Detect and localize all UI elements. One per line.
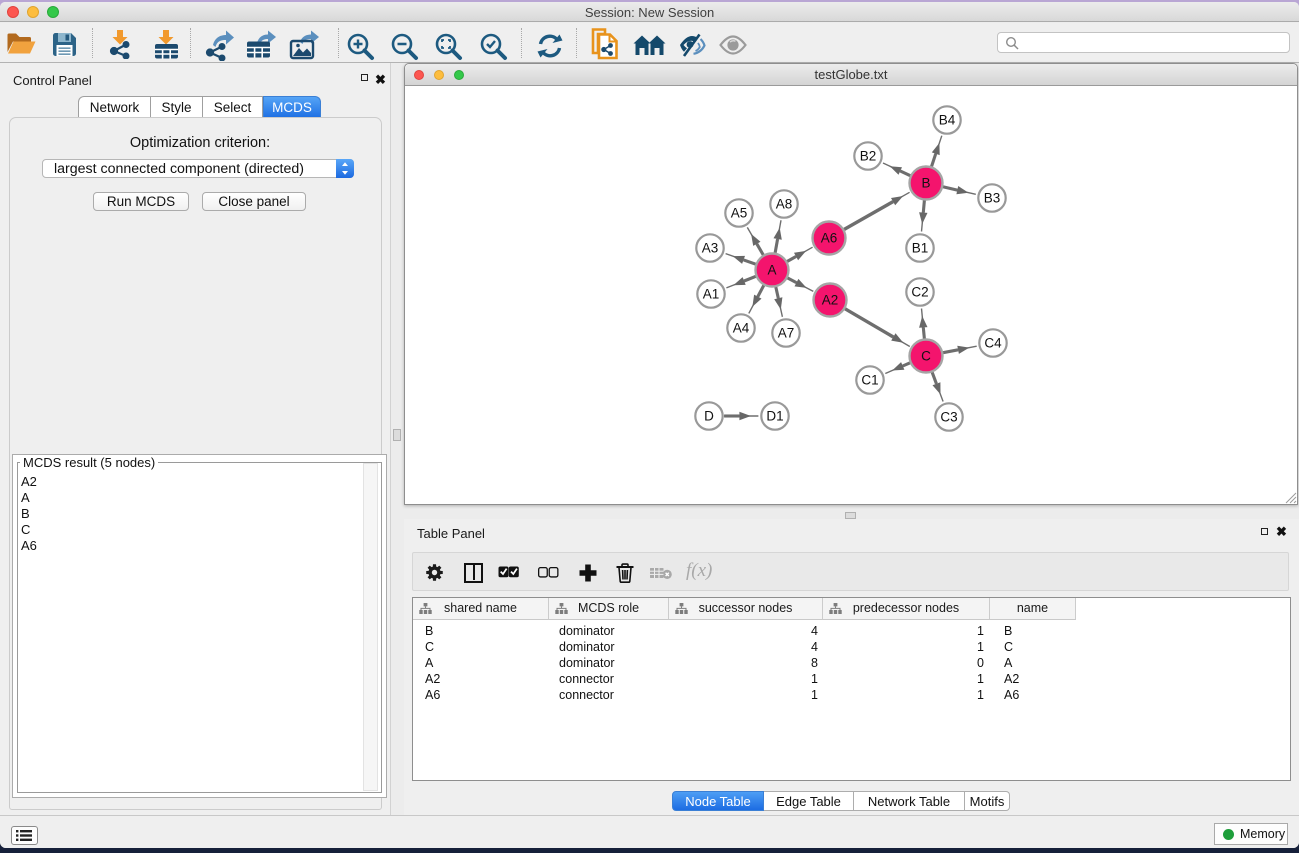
svg-text:C1: C1 xyxy=(861,373,878,388)
svg-text:D: D xyxy=(704,409,714,424)
svg-text:C: C xyxy=(921,349,931,364)
svg-text:A6: A6 xyxy=(821,231,838,246)
svg-text:C4: C4 xyxy=(984,336,1002,351)
svg-text:B2: B2 xyxy=(860,149,877,164)
svg-text:A7: A7 xyxy=(778,326,795,341)
svg-text:B4: B4 xyxy=(939,113,956,128)
svg-text:A8: A8 xyxy=(776,197,793,212)
svg-text:C3: C3 xyxy=(940,410,957,425)
svg-text:C2: C2 xyxy=(911,285,928,300)
svg-text:A3: A3 xyxy=(702,241,719,256)
svg-text:B3: B3 xyxy=(984,191,1001,206)
svg-text:B: B xyxy=(921,176,930,191)
svg-text:A: A xyxy=(767,263,776,278)
svg-text:B1: B1 xyxy=(912,241,929,256)
svg-text:D1: D1 xyxy=(766,409,783,424)
svg-text:A4: A4 xyxy=(733,321,750,336)
svg-text:A5: A5 xyxy=(731,206,748,221)
svg-text:A1: A1 xyxy=(703,287,720,302)
svg-text:A2: A2 xyxy=(822,293,839,308)
